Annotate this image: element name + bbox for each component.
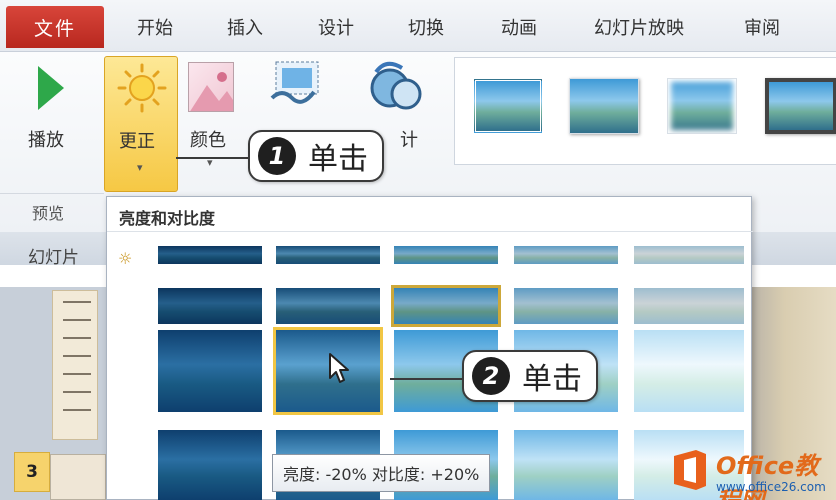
corrections-button[interactable]: 更正 ▾	[104, 56, 178, 192]
callout-number: 1	[258, 137, 296, 175]
tab-home[interactable]: 开始	[137, 14, 173, 40]
callout-text: 单击	[308, 142, 368, 177]
office-logo-icon	[674, 450, 706, 490]
picture-style-thumb[interactable]	[667, 78, 737, 134]
tab-insert[interactable]: 插入	[227, 14, 263, 40]
callout-text: 单击	[522, 362, 582, 397]
color-icon[interactable]	[188, 62, 234, 112]
preview-group-label: 预览	[32, 204, 65, 223]
brightness-preset[interactable]	[394, 246, 498, 264]
artistic-effects-icon[interactable]	[268, 58, 324, 114]
watermark: Office教程网 www.office26.com	[660, 440, 836, 500]
tooltip: 亮度: -20% 对比度: +20%	[272, 454, 491, 492]
slide-thumbnail[interactable]	[52, 290, 98, 440]
tab-design[interactable]: 设计	[318, 14, 354, 40]
callout-step-1: 1 单击	[248, 130, 384, 182]
slide-number-badge[interactable]: 3	[14, 452, 50, 492]
slide-thumbnail[interactable]	[50, 454, 106, 500]
brightness-preset[interactable]	[514, 288, 618, 324]
partial-label: 计	[400, 130, 418, 151]
transparency-icon[interactable]	[368, 58, 424, 116]
tab-slideshow[interactable]: 幻灯片放映	[594, 14, 684, 40]
picture-style-thumb[interactable]	[473, 78, 543, 134]
callout-leader-line	[390, 378, 464, 380]
callout-leader-line	[176, 157, 250, 159]
brightness-preset[interactable]	[391, 285, 501, 327]
sun-small-icon: ☼	[118, 249, 133, 268]
brightness-preset[interactable]	[158, 288, 262, 324]
brightness-preset[interactable]	[158, 246, 262, 264]
brightness-preset[interactable]	[634, 246, 744, 264]
color-label[interactable]: 颜色	[190, 126, 226, 152]
callout-step-2: 2 单击	[462, 350, 598, 402]
picture-style-thumb[interactable]	[765, 78, 836, 134]
chevron-down-icon: ▾	[137, 161, 143, 174]
cursor-icon	[329, 353, 349, 383]
play-button-label[interactable]: 播放	[28, 126, 64, 152]
mountain-icon	[190, 72, 233, 111]
tab-animations[interactable]: 动画	[501, 14, 537, 40]
brightness-preset[interactable]	[514, 246, 618, 264]
brightness-preset[interactable]	[158, 430, 262, 500]
sun-icon	[117, 63, 167, 113]
corrections-label: 更正	[119, 131, 155, 152]
brightness-preset[interactable]	[276, 246, 380, 264]
watermark-url: www.office26.com	[716, 480, 826, 494]
tab-transitions[interactable]: 切换	[408, 14, 444, 40]
picture-styles-gallery	[454, 57, 836, 165]
picture-style-thumb[interactable]	[569, 78, 639, 134]
tab-review[interactable]: 审阅	[744, 14, 780, 40]
brightness-preset[interactable]	[158, 330, 262, 412]
brightness-preset[interactable]	[634, 330, 744, 412]
play-icon[interactable]	[38, 66, 64, 110]
divider	[107, 231, 753, 232]
brightness-preset[interactable]	[276, 288, 380, 324]
gallery-section-title: 亮度和对比度	[119, 209, 216, 228]
tab-file[interactable]: 文件	[6, 6, 104, 48]
callout-number: 2	[472, 357, 510, 395]
brightness-preset[interactable]	[634, 288, 744, 324]
brightness-preset[interactable]	[514, 430, 618, 500]
ribbon-tab-bar: 文件 开始 插入 设计 切换 动画 幻灯片放映 审阅	[0, 0, 836, 52]
group-separator	[0, 193, 104, 194]
